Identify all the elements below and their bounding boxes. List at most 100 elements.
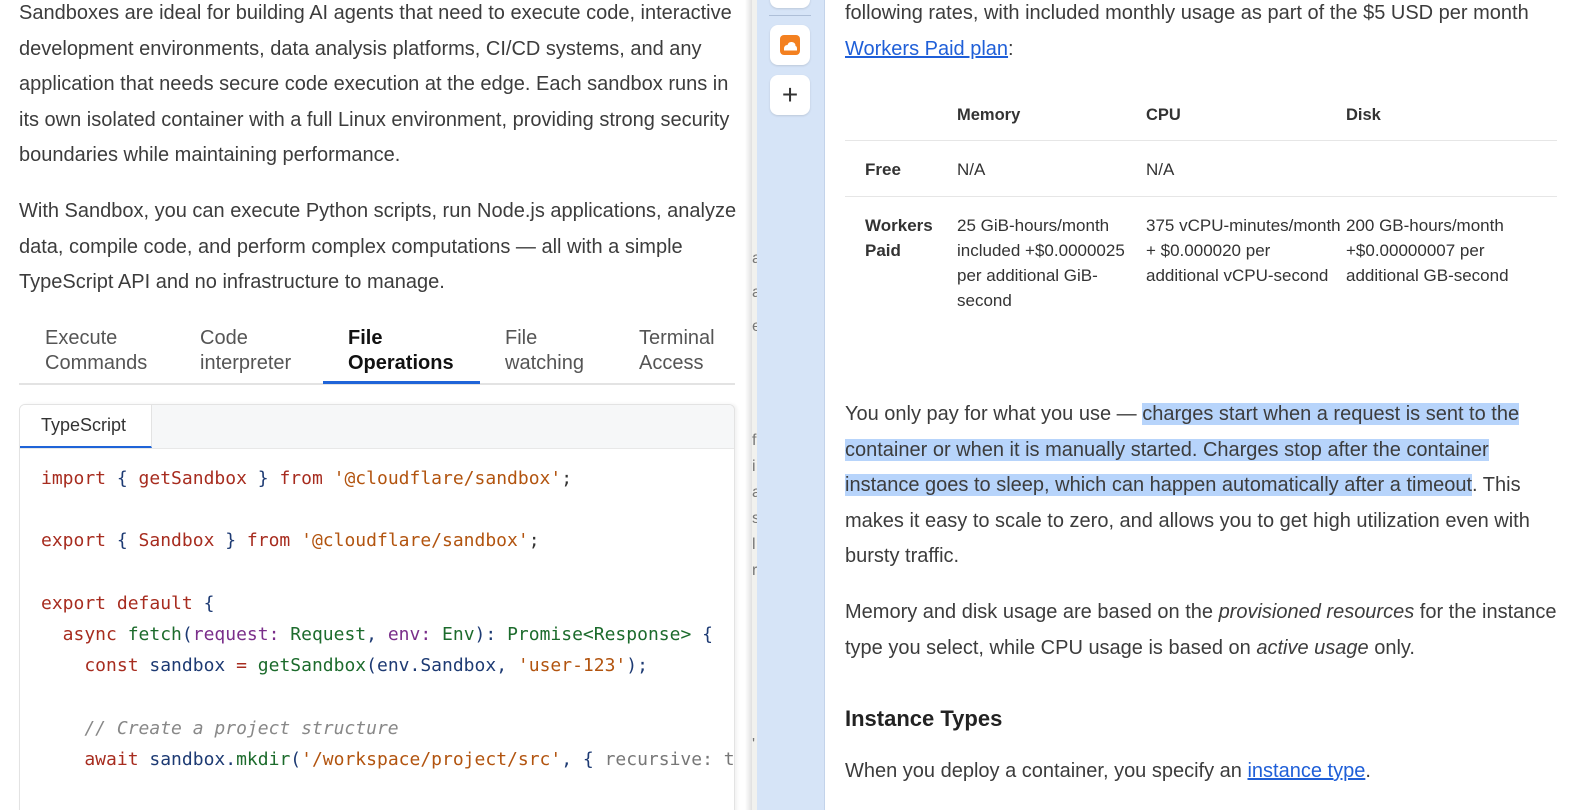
code-token: { [106,530,139,552]
active-tab-indicator [323,381,480,384]
pay-text: You only pay for what you use — [845,403,1143,425]
code-line: const sandbox = getSandbox(env.Sandbox, … [41,650,734,681]
window-edge-shadow [745,0,752,810]
tab-file-operations[interactable]: File Operations [348,326,454,376]
cloudflare-icon [780,35,800,55]
cloudflare-tab-button[interactable] [770,25,810,65]
mem-text: only. [1368,636,1415,659]
code-comment: // Create a project structure [41,717,399,739]
code-line: async fetch(request: Request, env: Env):… [41,619,734,650]
plus-icon: + [781,79,799,110]
table-cell: N/A [957,140,1146,197]
table-cell: N/A [1146,140,1346,197]
sidebar-divider [769,15,811,16]
instance-type-link[interactable]: instance type [1247,760,1365,782]
code-token: const [41,655,139,677]
code-token: await [41,748,139,770]
code-token: { [691,624,713,646]
tab-label-line: Operations [348,352,454,374]
code-line: import { getSandbox } from '@cloudflare/… [41,463,734,494]
code-token: : [420,624,443,646]
code-language-tabbar: TypeScript [20,405,734,449]
code-token: ): [474,624,508,646]
code-token: import [41,468,107,489]
code-content: import { getSandbox } from '@cloudflare/… [41,463,735,775]
tab-execute-commands[interactable]: Execute Commands [45,326,147,376]
code-tab-typescript[interactable]: TypeScript [20,405,152,448]
tab-label-line: interpreter [200,352,292,374]
code-token: = [225,655,258,677]
code-token: ( [290,748,302,770]
intro-paragraph: Sandboxes are ideal for building AI agen… [19,2,732,166]
code-token: '/workspace/project/src' [301,748,562,770]
table-cell: 375 vCPU-minutes/month + $0.000020 per a… [1146,215,1341,285]
code-token: ; [528,530,540,552]
tab-code-interpreter[interactable]: Code interpreter [200,326,291,376]
code-token: , [366,624,388,646]
tab-label-line: File [348,327,383,349]
code-token: env.Sandbox [376,655,497,677]
workers-paid-plan-link[interactable]: Workers Paid plan [845,38,1008,60]
table-cell: Workers Paid [865,215,933,260]
tab-file-watching[interactable]: File watching [505,326,584,376]
table-header: CPU [1146,92,1346,141]
code-token: ; [561,468,573,489]
table-cell: 25 GiB-hours/month included +$0.0000025 … [957,215,1125,310]
pricing-table: Memory CPU Disk Free N/A N/A Workers Pai… [845,92,1557,327]
peek-letter: f [752,432,757,449]
code-line: // Create a project structure [41,713,734,744]
code-token: Sandbox [138,530,215,552]
code-token: Promise<Response> [507,624,692,646]
code-token: recursive: t [604,748,735,770]
code-block: TypeScript import { getSandbox } from '@… [19,404,735,810]
code-token: { [106,468,139,489]
tab-label-line: Terminal [639,327,715,349]
left-document-pane: Sandboxes are ideal for building AI agen… [0,0,752,810]
tab-label-line: Access [639,352,704,374]
tab-label-line: File [505,327,538,349]
code-token: ( [181,624,193,646]
tab-sidebar: + [757,0,825,810]
table-cell: 200 GB-hours/month +$0.00000007 per addi… [1346,215,1509,285]
table-header [845,92,957,141]
sandbox-summary-paragraph: With Sandbox, you can execute Python scr… [19,200,737,293]
code-token: '@cloudflare/sandbox' [322,468,562,489]
code-token: , { [561,748,605,770]
code-token: . [225,748,237,770]
intro-text: following rates, with included monthly u… [845,2,1529,24]
tab-terminal-access[interactable]: Terminal Access [639,326,715,376]
resource-usage-paragraph: Memory and disk usage are based on the p… [845,595,1565,666]
code-token: getSandbox [138,468,247,489]
code-token: sandbox [138,655,226,677]
table-header-row: Memory CPU Disk [845,92,1557,141]
code-line: export default { [41,588,734,619]
table-cell: Free [845,140,957,197]
code-line: ​ [41,681,734,712]
table-row: Workers Paid 25 GiB-hours/month included… [845,196,1557,327]
intro-colon: : [1008,37,1014,60]
tab-label-line: watching [505,352,584,374]
table-row: Free N/A N/A [845,140,1557,197]
code-token: export [41,530,107,552]
code-token: request [192,624,269,646]
code-token: fetch [116,624,182,646]
code-line: ​ [41,494,734,525]
sidebar-tab-button[interactable] [770,0,810,8]
code-token: async [41,624,117,646]
table-cell [1346,140,1557,197]
code-token: Env [442,624,475,646]
code-token: Request [290,624,367,646]
code-token: } [246,468,280,489]
code-token: { [192,592,215,614]
feature-tabs: Execute Commands Code interpreter File O… [19,324,735,385]
code-token: , [496,655,518,677]
code-line: await sandbox.mkdir('/workspace/project/… [41,744,735,775]
mem-emphasis: active usage [1256,636,1369,659]
code-token: ( [366,655,377,677]
code-token: } [214,530,247,552]
table-header: Memory [957,92,1146,141]
pricing-intro: following rates, with included monthly u… [845,0,1565,67]
code-token: export [41,592,107,614]
deploy-text: When you deploy a container, you specify… [845,760,1248,782]
add-tab-button[interactable]: + [770,75,810,115]
